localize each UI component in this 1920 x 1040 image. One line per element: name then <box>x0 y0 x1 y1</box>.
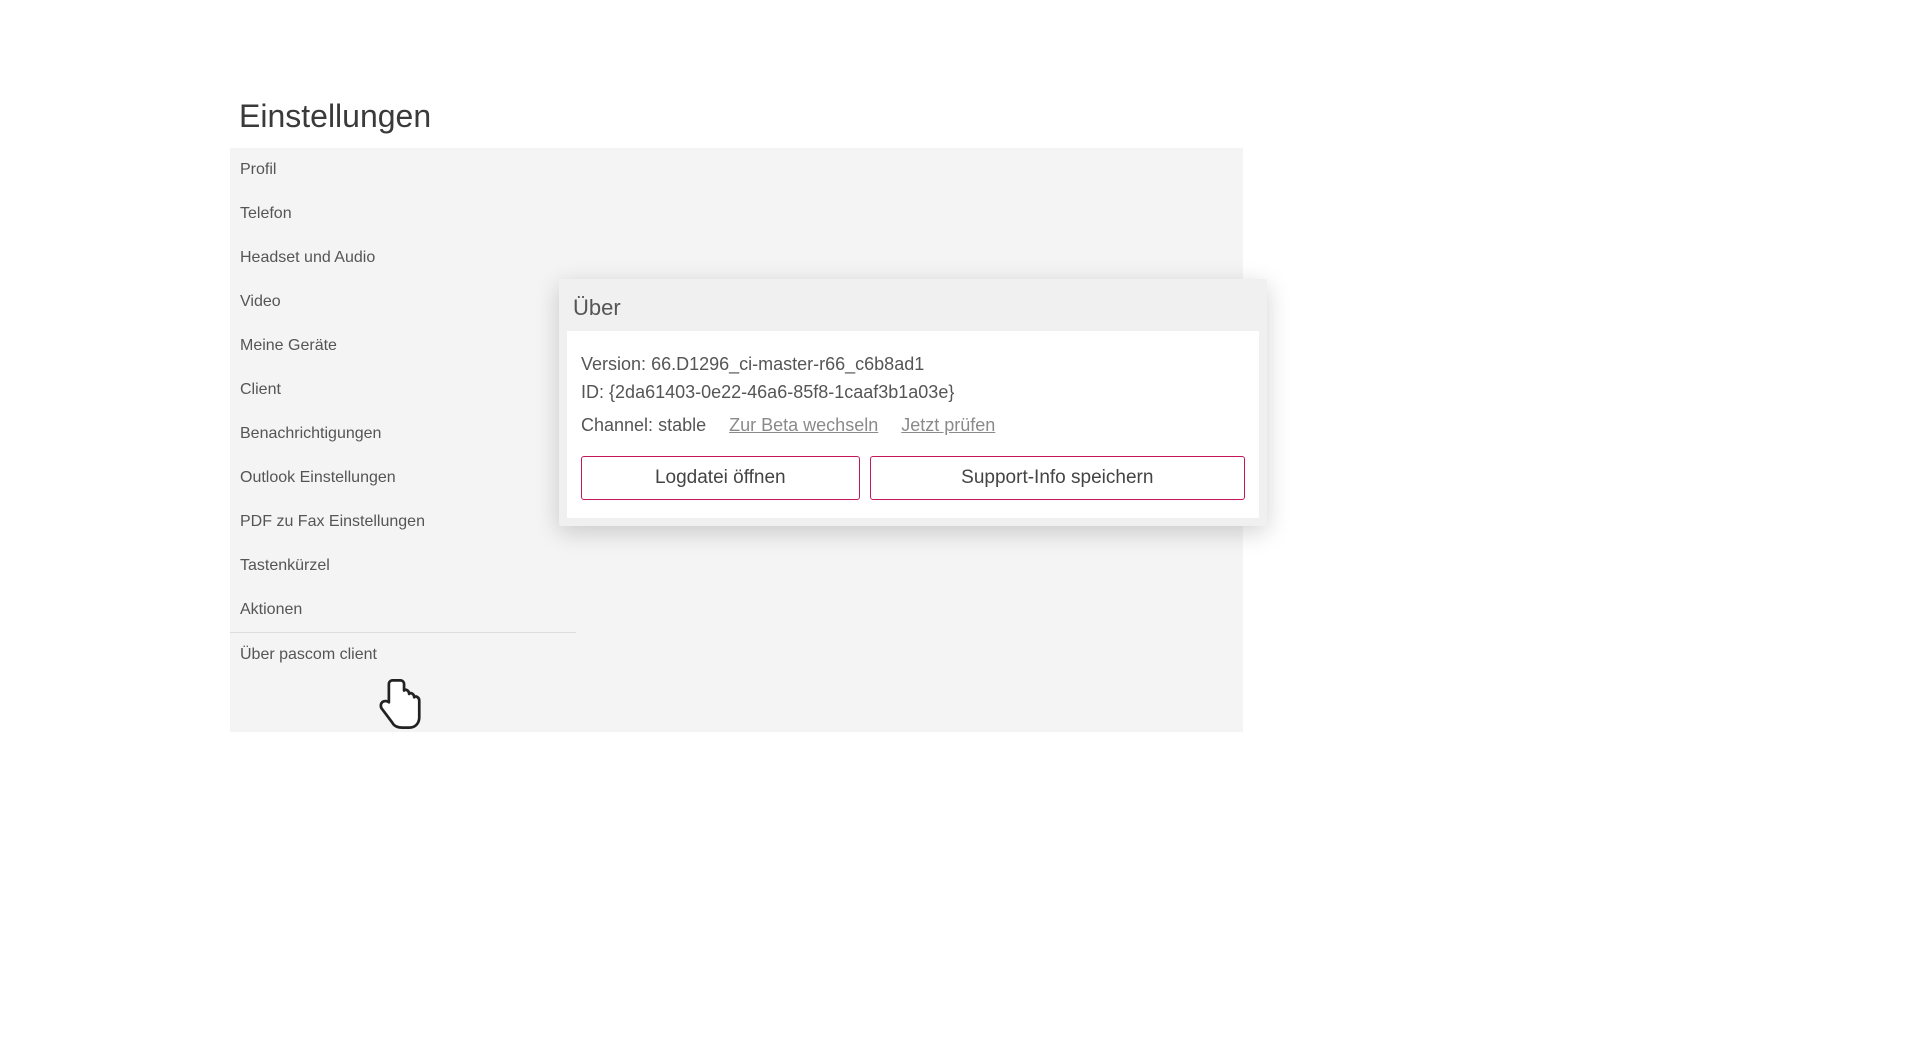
sidebar-item-outlook-einstellungen[interactable]: Outlook Einstellungen <box>230 456 576 500</box>
settings-sidebar: Profil Telefon Headset und Audio Video M… <box>230 148 576 677</box>
page-title: Einstellungen <box>239 98 431 135</box>
sidebar-item-headset-audio[interactable]: Headset und Audio <box>230 236 576 280</box>
save-support-button[interactable]: Support-Info speichern <box>870 456 1245 500</box>
about-channel-label: Channel: <box>581 415 653 435</box>
sidebar-item-tastenkuerzel[interactable]: Tastenkürzel <box>230 544 576 588</box>
about-button-row: Logdatei öffnen Support-Info speichern <box>581 456 1245 500</box>
about-version-label: Version: <box>581 354 646 374</box>
open-log-button[interactable]: Logdatei öffnen <box>581 456 860 500</box>
about-id-value: {2da61403-0e22-46a6-85f8-1caaf3b1a03e} <box>609 382 954 402</box>
sidebar-item-benachrichtigungen[interactable]: Benachrichtigungen <box>230 412 576 456</box>
switch-beta-link[interactable]: Zur Beta wechseln <box>729 415 878 435</box>
about-card: Über Version: 66.D1296_ci-master-r66_c6b… <box>559 279 1267 526</box>
sidebar-item-profil[interactable]: Profil <box>230 148 576 192</box>
sidebar-item-video[interactable]: Video <box>230 280 576 324</box>
about-version-line: Version: 66.D1296_ci-master-r66_c6b8ad1 <box>581 351 1245 379</box>
sidebar-item-client[interactable]: Client <box>230 368 576 412</box>
about-id-line: ID: {2da61403-0e22-46a6-85f8-1caaf3b1a03… <box>581 379 1245 407</box>
about-id-label: ID: <box>581 382 604 402</box>
about-card-inner: Version: 66.D1296_ci-master-r66_c6b8ad1 … <box>567 331 1259 518</box>
check-now-link[interactable]: Jetzt prüfen <box>901 415 995 435</box>
sidebar-item-meine-geraete[interactable]: Meine Geräte <box>230 324 576 368</box>
sidebar-item-telefon[interactable]: Telefon <box>230 192 576 236</box>
about-card-title: Über <box>559 279 1267 331</box>
sidebar-item-ueber-pascom-client[interactable]: Über pascom client <box>230 633 576 677</box>
about-channel-value: stable <box>658 415 706 435</box>
sidebar-item-aktionen[interactable]: Aktionen <box>230 588 576 632</box>
sidebar-item-pdf-zu-fax[interactable]: PDF zu Fax Einstellungen <box>230 500 576 544</box>
about-version-value: 66.D1296_ci-master-r66_c6b8ad1 <box>651 354 924 374</box>
about-channel-row: Channel: stable Zur Beta wechseln Jetzt … <box>581 415 1245 436</box>
